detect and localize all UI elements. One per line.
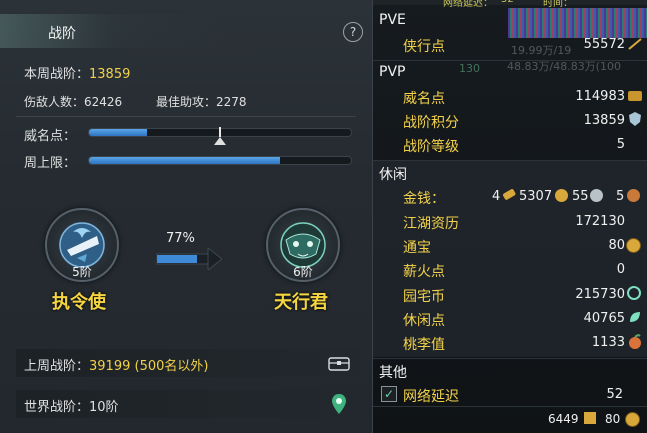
leisure-item-value: 1133: [591, 335, 625, 350]
footer-value-a: 6449: [548, 412, 579, 426]
leisure-item-label: 薪火点: [403, 264, 445, 280]
prestige-marker: [219, 127, 221, 137]
weekly-cap-label: 周上限：: [24, 156, 77, 171]
weekly-cap-bar: [88, 156, 352, 165]
top-latency-value: 52: [501, 0, 514, 5]
money-c-value: 5: [616, 189, 625, 204]
leisure-item-value: 80: [608, 238, 625, 253]
assists-stat: 最佳助攻：2278: [156, 93, 247, 110]
shield-icon: [629, 112, 641, 126]
next-rank-name: 天行君: [274, 292, 328, 313]
weekly-rank: 本周战阶：13859: [24, 63, 130, 82]
money-label: 金钱：: [403, 191, 445, 207]
peach-icon: [629, 334, 641, 349]
leisure-item-value: 172130: [575, 214, 625, 229]
pve-item-label: 侠行点: [403, 39, 445, 55]
other-section-title: 其他: [379, 365, 407, 381]
money-a-value: 5307: [519, 189, 553, 204]
enemies-stat: 伤敌人数：62426: [24, 93, 122, 110]
top-status-strip: 网络延迟： 52 时间：: [373, 0, 647, 9]
divider: [16, 116, 356, 117]
latency-label: 网络延迟: [403, 389, 459, 405]
weekly-rank-label: 本周战阶：: [24, 67, 90, 82]
last-week-label: 上周战阶：: [24, 359, 90, 374]
leisure-item-value: 40765: [583, 311, 625, 326]
weekly-rank-value: 13859: [89, 67, 131, 82]
latency-value: 52: [606, 387, 623, 402]
world-rank: 世界战阶：10阶: [24, 396, 119, 415]
enemies-label: 伤敌人数：: [24, 95, 85, 109]
money-gold-value: 4: [492, 189, 501, 204]
sword-icon: [628, 38, 642, 50]
world-rank-value: 10阶: [89, 400, 119, 415]
pvp-section-title: PVP: [379, 64, 406, 80]
leisure-item-label: 通宝: [403, 240, 431, 256]
prestige-marker-arrow-icon: [214, 137, 226, 145]
leaf-icon: [630, 312, 640, 322]
background-ghost-text: 130: [459, 62, 480, 75]
coin-icon: [625, 412, 640, 427]
checkbox-icon[interactable]: ✓: [381, 386, 397, 402]
pvp-item-label: 战阶等级: [403, 139, 459, 155]
section-divider: [373, 406, 647, 407]
weekly-cap-bar-fill: [89, 157, 281, 164]
background-ghost-text: 48.83万/48.83万(100: [507, 60, 621, 73]
pvp-item-label: 威名点: [403, 91, 445, 107]
leisure-item-label: 休闲点: [403, 313, 445, 329]
leisure-item-value: 215730: [575, 287, 625, 302]
last-week-rank: 上周战阶：39199 (500名以外): [24, 355, 208, 374]
pve-item-value: 55572: [583, 37, 625, 52]
flag-icon: [584, 412, 596, 424]
prestige-label: 威名点：: [24, 129, 77, 144]
footer-value-b: 80: [605, 412, 621, 426]
chest-icon[interactable]: [328, 355, 350, 371]
help-icon[interactable]: ?: [343, 22, 363, 42]
leisure-section-title: 休闲: [379, 167, 407, 183]
pvp-item-value: 13859: [583, 113, 625, 128]
coin-icon: [590, 189, 603, 202]
enemies-value: 62426: [84, 95, 123, 109]
pve-section-title: PVE: [379, 12, 406, 28]
panel-title: 战阶: [48, 26, 76, 42]
assists-label: 最佳助攻：: [156, 95, 217, 109]
coin-icon: [555, 189, 568, 202]
coin-icon: [626, 238, 641, 253]
coin-icon: [627, 189, 640, 202]
map-pin-icon[interactable]: [331, 393, 347, 415]
money-b-value: 55: [572, 189, 589, 204]
pvp-item-label: 战阶积分: [403, 115, 459, 131]
prestige-icon: [628, 91, 642, 101]
leisure-item-value: 0: [616, 262, 625, 277]
arrow-right-icon: [156, 248, 222, 270]
next-rank-level: 6阶: [293, 265, 313, 279]
prestige-bar-fill: [89, 129, 147, 136]
gold-ingot-icon: [503, 189, 516, 200]
section-divider: [373, 358, 647, 359]
background-ghost-text: 19.99万/19: [511, 44, 572, 57]
top-latency-label: 网络延迟：: [443, 0, 493, 9]
house-coin-icon: [627, 286, 641, 300]
rank-panel: 战阶 ? 本周战阶：13859 伤敌人数：62426 最佳助攻：2278 威名点…: [0, 0, 373, 433]
leisure-item-label: 江湖资历: [403, 216, 459, 232]
leisure-item-label: 园宅币: [403, 289, 445, 305]
pvp-item-value: 114983: [575, 89, 625, 104]
leisure-item-label: 桃李值: [403, 337, 445, 353]
rank-progress-percent: 77%: [166, 231, 195, 246]
currency-panel: 网络延迟： 52 时间： PVE 侠行点 19.99万/19 55572 PVP…: [373, 0, 647, 433]
last-week-value: 39199 (500名以外): [89, 359, 209, 374]
assists-value: 2278: [216, 95, 247, 109]
world-rank-label: 世界战阶：: [24, 400, 90, 415]
current-rank-level: 5阶: [72, 265, 92, 279]
current-rank-name: 执令使: [52, 292, 106, 313]
background-art: [508, 8, 647, 38]
pvp-item-value: 5: [616, 137, 625, 152]
